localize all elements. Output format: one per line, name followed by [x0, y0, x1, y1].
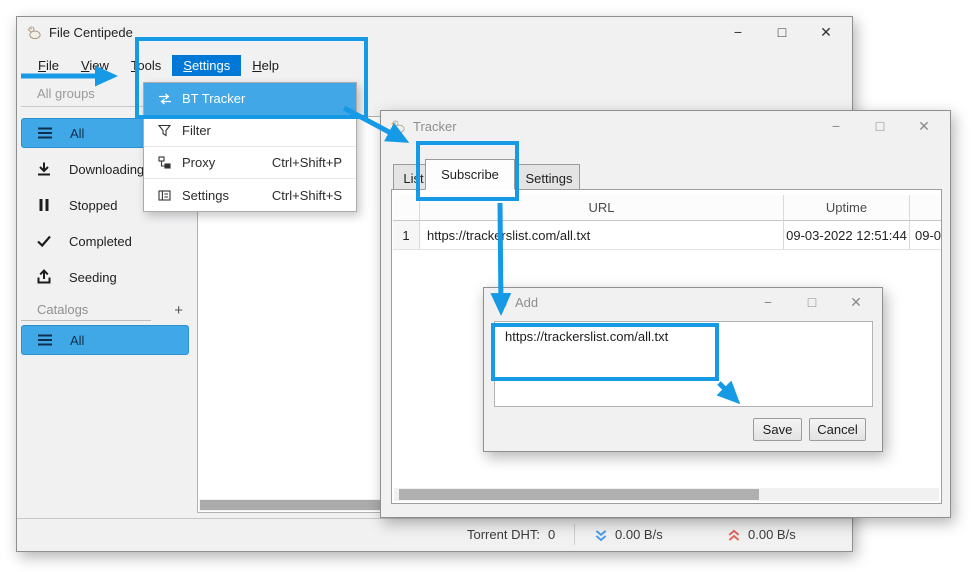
sidebar-item-completed[interactable]: Completed	[21, 226, 189, 256]
sidebar-item-label: Seeding	[69, 270, 117, 285]
tab-settings[interactable]: Settings	[518, 164, 580, 191]
catalogs-label: Catalogs	[37, 302, 88, 317]
menu-bar: File View Tools Settings Help	[27, 53, 290, 77]
tracker-window-controls: − □ ✕	[814, 111, 946, 141]
maximize-icon[interactable]: □	[760, 17, 804, 47]
tracker-icon	[157, 92, 172, 106]
settings-icon	[157, 189, 172, 202]
sidebar-item-label: Stopped	[69, 198, 117, 213]
column-header-index[interactable]	[393, 195, 420, 221]
menu-item-proxy[interactable]: Proxy Ctrl+Shift+P	[144, 147, 356, 179]
table-header-row: URL Uptime	[393, 195, 942, 221]
close-icon[interactable]: ✕	[804, 17, 848, 47]
sidebar-item-seeding[interactable]: Seeding	[21, 262, 189, 292]
menu-icon	[36, 331, 54, 349]
column-header-uptime[interactable]: Uptime	[784, 195, 910, 221]
menu-item-settings[interactable]: Settings Ctrl+Shift+S	[144, 179, 356, 211]
main-window-title: File Centipede	[49, 25, 133, 40]
pause-icon	[35, 196, 53, 214]
download-icon	[35, 160, 53, 178]
status-bar: Torrent DHT: 0 0.00 B/s 0.00 B/s	[17, 518, 852, 551]
upload-speed: 0.00 B/s	[748, 519, 796, 551]
close-icon[interactable]: ✕	[834, 288, 878, 316]
sidebar-item-label: Downloading	[69, 162, 144, 177]
row-index-cell: 1	[393, 221, 420, 250]
app-duck-icon	[391, 119, 406, 134]
menu-item-filter[interactable]: Filter	[144, 115, 356, 147]
maximize-icon[interactable]: □	[790, 288, 834, 316]
app-duck-icon	[27, 25, 42, 40]
add-dialog: Add − □ ✕ https://trackerslist.com/all.t…	[483, 287, 883, 452]
tracker-url-value: https://trackerslist.com/all.txt	[505, 329, 668, 344]
dht-value: 0	[548, 519, 555, 551]
catalog-item-label: All	[70, 333, 84, 348]
status-divider	[574, 524, 575, 545]
menu-item-label: Filter	[182, 123, 211, 138]
add-dialog-controls: − □ ✕	[746, 288, 878, 316]
horizontal-scrollbar[interactable]	[394, 488, 939, 501]
tab-subscribe[interactable]: Subscribe	[425, 159, 515, 190]
row-extra-cell: 09-0	[910, 221, 942, 250]
settings-dropdown-menu: BT Tracker Filter Proxy Ctrl+Shift+P Set…	[143, 82, 357, 212]
tracker-table: URL Uptime 1 https://trackerslist.com/al…	[393, 195, 942, 250]
catalogs-divider	[21, 320, 151, 321]
scrollbar-thumb[interactable]	[399, 489, 759, 500]
filter-icon	[157, 124, 172, 137]
app-duck-icon	[494, 295, 508, 309]
upload-icon	[35, 268, 53, 286]
check-icon	[35, 232, 53, 250]
menu-item-bt-tracker[interactable]: BT Tracker	[144, 83, 356, 115]
sidebar-item-label: Completed	[69, 234, 132, 249]
proxy-icon	[157, 156, 172, 169]
download-speed: 0.00 B/s	[615, 519, 663, 551]
add-dialog-title: Add	[515, 295, 538, 310]
upload-chevron-icon	[727, 529, 741, 543]
catalog-item-all[interactable]: All	[21, 325, 189, 355]
menu-item-shortcut: Ctrl+Shift+S	[272, 188, 356, 203]
row-uptime-cell: 09-03-2022 12:51:44	[784, 221, 910, 250]
groups-label: All groups	[37, 86, 95, 101]
tab-label: Subscribe	[441, 167, 499, 182]
menu-item-label: Proxy	[182, 155, 215, 170]
menu-item-label: BT Tracker	[182, 91, 245, 106]
dht-label: Torrent DHT:	[467, 519, 540, 551]
column-header-extra[interactable]	[910, 195, 942, 221]
tracker-url-input[interactable]: https://trackerslist.com/all.txt	[494, 321, 873, 407]
row-url-cell: https://trackerslist.com/all.txt	[420, 221, 784, 250]
minimize-icon[interactable]: −	[716, 17, 760, 47]
tab-label: Settings	[526, 171, 573, 186]
menu-item-label: Settings	[182, 188, 229, 203]
download-chevron-icon	[594, 529, 608, 543]
minimize-icon[interactable]: −	[746, 288, 790, 316]
close-icon[interactable]: ✕	[902, 111, 946, 141]
menu-settings[interactable]: Settings	[172, 55, 241, 76]
maximize-icon[interactable]: □	[858, 111, 902, 141]
sidebar-item-label: All	[70, 126, 84, 141]
menu-item-shortcut: Ctrl+Shift+P	[272, 155, 356, 170]
minimize-icon[interactable]: −	[814, 111, 858, 141]
menu-view[interactable]: View	[70, 55, 120, 76]
column-header-url[interactable]: URL	[420, 195, 784, 221]
tab-label: List	[403, 171, 423, 186]
tracker-window-title: Tracker	[413, 119, 457, 134]
cancel-button[interactable]: Cancel	[809, 418, 866, 441]
save-button[interactable]: Save	[753, 418, 802, 441]
main-window-controls: − □ ✕	[716, 17, 848, 47]
add-catalog-button[interactable]: +	[174, 302, 183, 319]
menu-icon	[36, 124, 54, 142]
menu-file[interactable]: File	[27, 55, 70, 76]
menu-tools[interactable]: Tools	[120, 55, 172, 76]
menu-help[interactable]: Help	[241, 55, 290, 76]
table-row[interactable]: 1 https://trackerslist.com/all.txt 09-03…	[393, 221, 942, 250]
